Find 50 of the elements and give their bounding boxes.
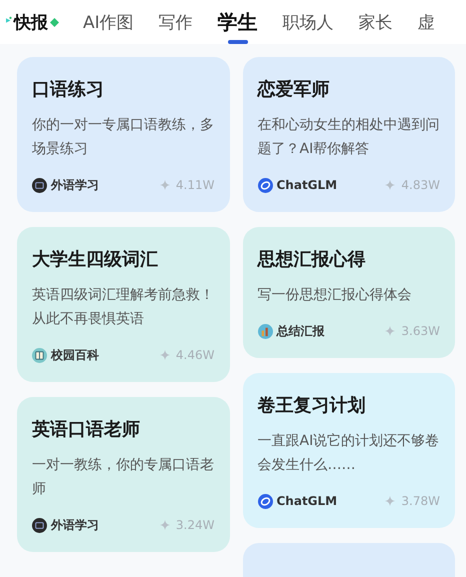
usage-count: 3.63W xyxy=(401,324,440,338)
card-title: 卷王复习计划 xyxy=(258,394,366,418)
chart-logo-icon xyxy=(258,324,272,338)
usage-count: 3.24W xyxy=(176,518,214,532)
category-tab[interactable]: 职场人 xyxy=(274,0,342,44)
card-title: 思想汇报心得 xyxy=(258,248,366,272)
category-tab[interactable]: 快报 xyxy=(4,0,61,44)
source-name: ChatGLM xyxy=(276,494,338,508)
book-icon xyxy=(32,348,47,362)
card-title: 英语口语老师 xyxy=(32,418,141,442)
source-name: 校园百科 xyxy=(51,346,100,364)
usage-count: 3.78W xyxy=(401,494,440,508)
prompt-card[interactable]: 口语练习 你的一对一专属口语教练，多场景练习 外语学习 4.11W xyxy=(17,57,230,212)
sparkle-icon xyxy=(160,180,170,190)
chat-window-icon xyxy=(32,178,47,192)
card-description: 一对一教练，你的专属口语老师 xyxy=(32,456,214,499)
swirl-logo-icon xyxy=(258,494,272,508)
card-title: 口语练习 xyxy=(32,78,105,102)
category-tab[interactable]: 家长 xyxy=(350,0,401,44)
diamond-icon xyxy=(50,18,59,26)
sparkle-icon xyxy=(385,326,396,336)
sparkle-icon xyxy=(160,520,170,530)
prompt-card[interactable]: 恋爱军师 在和心动女生的相处中遇到问题了？AI帮你解答 ChatGLM 4.83W xyxy=(242,57,455,212)
category-tab[interactable]: AI作图 xyxy=(75,0,142,44)
card-description: 一直跟AI说它的计划还不够卷会发生什么…… xyxy=(258,432,440,475)
sparkle-icon xyxy=(385,180,396,190)
card-description: 在和心动女生的相处中遇到问题了？AI帮你解答 xyxy=(258,116,440,159)
category-tab[interactable]: 写作 xyxy=(150,0,201,44)
source-name: 外语学习 xyxy=(51,516,100,534)
card-description: 英语四级词汇理解考前急救！从此不再畏惧英语 xyxy=(32,286,214,329)
card-title: 恋爱军师 xyxy=(258,78,330,102)
category-tab[interactable]: 虚 xyxy=(410,0,443,44)
usage-count: 4.46W xyxy=(176,348,214,362)
usage-count: 4.83W xyxy=(401,178,440,192)
source-name: 外语学习 xyxy=(51,176,100,194)
sparkle-icon xyxy=(160,350,170,360)
swirl-logo-icon xyxy=(258,178,272,192)
prompt-card[interactable]: 英语口语老师 一对一教练，你的专属口语老师 外语学习 3.24W xyxy=(17,397,230,552)
prompt-card[interactable]: 大学生四级词汇 英语四级词汇理解考前急救！从此不再畏惧英语 校园百科 4.46W xyxy=(17,227,230,382)
source-name: 总结汇报 xyxy=(276,322,326,340)
chat-window-icon xyxy=(32,518,47,532)
prompt-card[interactable]: 卷王复习计划 一直跟AI说它的计划还不够卷会发生什么…… ChatGLM 3.78W xyxy=(242,373,455,528)
category-tab[interactable]: 学生 xyxy=(210,0,266,44)
card-description: 你的一对一专属口语教练，多场景练习 xyxy=(32,116,214,159)
sparkle-icon xyxy=(385,496,396,506)
usage-count: 4.11W xyxy=(176,178,214,192)
card-description: 写一份思想汇报心得体会 xyxy=(258,286,412,305)
card-title: 大学生四级词汇 xyxy=(32,248,159,272)
prompt-card[interactable]: 思想汇报心得 写一份思想汇报心得体会 总结汇报 3.63W xyxy=(242,227,455,358)
source-name: ChatGLM xyxy=(276,178,338,192)
